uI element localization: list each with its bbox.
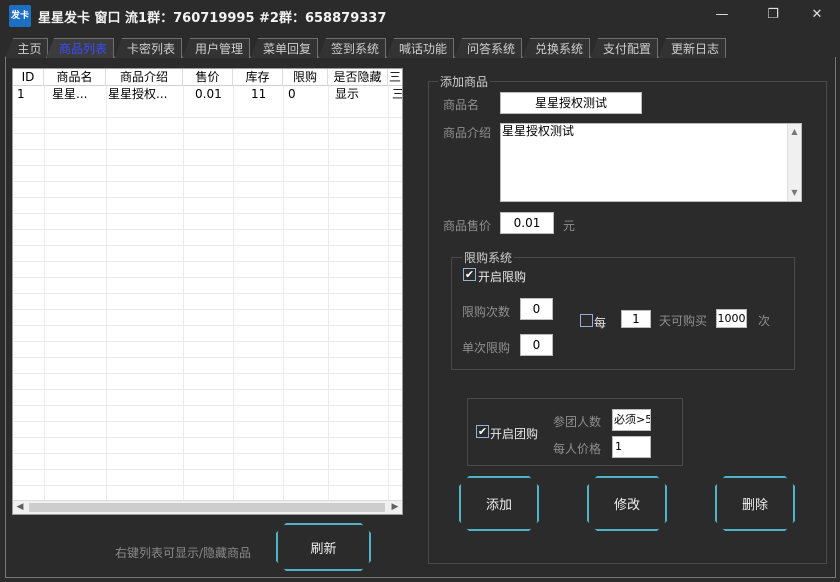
group-members-label: 参团人数 <box>553 415 602 429</box>
refresh-button[interactable]: 刷新 <box>276 523 371 571</box>
grid-divider <box>328 86 329 500</box>
column-header-hidden[interactable]: 是否隐藏 <box>328 69 388 86</box>
times-input[interactable]: 1000 <box>716 309 747 328</box>
cell-price: 0.01 <box>195 87 222 101</box>
group-members-input[interactable]: 必须>5 <box>612 409 651 431</box>
price-unit: 元 <box>563 219 576 233</box>
grid-divider <box>106 86 107 500</box>
modify-button[interactable]: 修改 <box>587 476 667 531</box>
enable-group-buy-checkbox[interactable]: ✔ <box>476 425 489 438</box>
cell-stock: 11 <box>251 87 267 101</box>
every-days-checkbox[interactable] <box>580 314 593 327</box>
scroll-left-icon[interactable]: ◀ <box>13 501 27 514</box>
description-scrollbar[interactable]: ▲ ▼ <box>787 124 801 201</box>
single-limit-input[interactable]: 0 <box>520 334 553 356</box>
tab-user-management[interactable]: 用户管理 <box>182 38 250 58</box>
grid-divider <box>44 86 45 500</box>
tab-card-list[interactable]: 卡密列表 <box>114 38 182 58</box>
table-row[interactable]: 1 星星... 星星授权... 0.01 11 0 显示 三 <box>13 86 402 102</box>
list-header: ID 商品名 商品介绍 售价 库存 限购 是否隐藏 三 <box>13 69 402 86</box>
tab-checkin-system[interactable]: 签到系统 <box>318 38 386 58</box>
restore-icon[interactable]: ❐ <box>762 6 784 24</box>
product-list[interactable]: ID 商品名 商品介绍 售价 库存 限购 是否隐藏 三 1 星星... 星星授权… <box>12 68 403 515</box>
cell-name: 星星... <box>52 87 88 101</box>
limit-count-label: 限购次数 <box>462 305 511 319</box>
cell-extra: 三 <box>388 86 402 102</box>
limit-count-input[interactable]: 0 <box>520 298 553 320</box>
product-description-textarea[interactable]: 星星授权测试 ▲ ▼ <box>500 123 802 202</box>
every-days-input[interactable]: 1 <box>621 310 651 328</box>
enable-group-buy-label[interactable]: 开启团购 <box>490 425 538 442</box>
product-price-label: 商品售价 <box>443 219 492 233</box>
list-hint: 右键列表可显示/隐藏商品 <box>115 546 252 560</box>
tab-exchange-system[interactable]: 兑换系统 <box>522 38 590 58</box>
price-each-label: 每人价格 <box>553 442 602 456</box>
cell-hidden: 显示 <box>335 87 360 101</box>
times-unit: 次 <box>758 314 771 328</box>
add-button[interactable]: 添加 <box>459 476 539 531</box>
product-name-input[interactable]: 星星授权测试 <box>500 92 642 114</box>
enable-limit-label[interactable]: 开启限购 <box>478 268 526 285</box>
grid-divider <box>233 86 234 500</box>
list-grid <box>13 102 402 502</box>
limit-system-title: 限购系统 <box>462 249 515 266</box>
cell-id: 1 <box>17 87 25 101</box>
every-label[interactable]: 每 <box>594 314 606 331</box>
product-price-input[interactable]: 0.01 <box>500 212 554 234</box>
product-name-label: 商品名 <box>443 98 480 112</box>
horizontal-scrollbar[interactable]: ◀ ▶ <box>13 500 402 514</box>
minimize-icon[interactable]: — <box>711 6 733 24</box>
column-header-price[interactable]: 售价 <box>183 69 233 86</box>
grid-divider <box>388 86 389 500</box>
app-logo: 发卡 <box>9 5 31 27</box>
enable-limit-checkbox[interactable]: ✔ <box>463 268 476 281</box>
single-limit-label: 单次限购 <box>462 341 511 355</box>
tab-payment-config[interactable]: 支付配置 <box>590 38 658 58</box>
column-header-description[interactable]: 商品介绍 <box>106 69 183 86</box>
cell-limit: 0 <box>288 87 296 101</box>
column-header-stock[interactable]: 库存 <box>233 69 283 86</box>
tab-product-list[interactable]: 商品列表 <box>46 38 114 58</box>
scrollbar-thumb[interactable] <box>29 503 385 512</box>
add-product-title: 添加商品 <box>438 73 491 90</box>
column-header-id[interactable]: ID <box>13 69 44 86</box>
tab-shout[interactable]: 喊话功能 <box>386 38 454 58</box>
product-description-label: 商品介绍 <box>443 126 492 140</box>
tab-qa-system[interactable]: 问答系统 <box>454 38 522 58</box>
description-text: 星星授权测试 <box>502 124 575 138</box>
delete-button[interactable]: 删除 <box>715 476 795 531</box>
tab-changelog[interactable]: 更新日志 <box>658 38 726 58</box>
scroll-right-icon[interactable]: ▶ <box>388 501 402 514</box>
grid-divider <box>283 86 284 500</box>
window-title: 星星发卡 窗口 流1群：760719995 #2群：658879337 <box>38 11 387 26</box>
column-header-extra[interactable]: 三 <box>388 69 402 86</box>
tab-bar: 主页 商品列表 卡密列表 用户管理 菜单回复 签到系统 喊话功能 问答系统 兑换… <box>0 36 840 58</box>
close-icon[interactable]: ✕ <box>806 6 828 24</box>
tab-menu-reply[interactable]: 菜单回复 <box>250 38 318 58</box>
title-bar: 发卡 星星发卡 窗口 流1群：760719995 #2群：658879337 —… <box>0 0 840 34</box>
cell-description: 星星授权... <box>108 87 168 101</box>
tab-home[interactable]: 主页 <box>5 38 48 58</box>
scroll-up-icon[interactable]: ▲ <box>788 125 801 139</box>
column-header-name[interactable]: 商品名 <box>44 69 106 86</box>
column-header-limit[interactable]: 限购 <box>283 69 328 86</box>
grid-divider <box>183 86 184 500</box>
scroll-down-icon[interactable]: ▼ <box>788 186 801 200</box>
days-can-buy-label: 天可购买 <box>659 314 708 328</box>
price-each-input[interactable]: 1 <box>612 436 651 458</box>
